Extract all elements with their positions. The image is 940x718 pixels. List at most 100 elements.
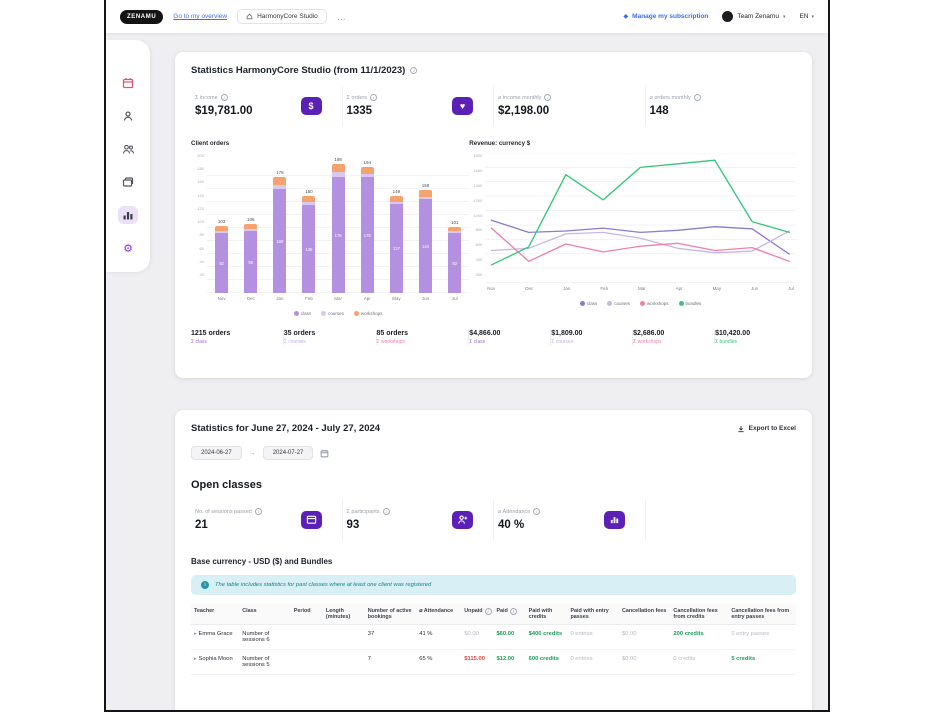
bar-segment-class: 135 xyxy=(302,205,315,293)
bar-segment-workshops xyxy=(361,167,374,174)
x-tick: Jan xyxy=(563,286,570,295)
info-icon[interactable]: i xyxy=(221,94,228,101)
col-cancel-passes[interactable]: Cancellation fees from entry passes xyxy=(728,604,796,625)
summary-value: $2,686.00 xyxy=(633,330,708,337)
sidebar-item-settings[interactable]: ⚙ xyxy=(118,239,138,257)
tile-value: 93 xyxy=(347,519,390,531)
table-row: ▸Sophia Moon Number of sessions 5 7 65 %… xyxy=(191,650,796,675)
y-tick: 200 xyxy=(476,272,483,277)
tile-label: No. of sessions passed xyxy=(195,509,252,515)
tile-label: Σ participants xyxy=(347,509,380,515)
col-paid-passes[interactable]: Paid with entry passes xyxy=(567,604,618,625)
info-icon[interactable]: i xyxy=(370,94,377,101)
info-banner: i The table includes statistics for past… xyxy=(191,575,796,595)
sidebar-item-profile[interactable] xyxy=(118,107,138,125)
x-tick: Mar xyxy=(638,286,646,295)
col-unpaid[interactable]: Unpaidi xyxy=(461,604,493,625)
x-tick: May xyxy=(713,286,722,295)
language-selector[interactable]: EN ▾ xyxy=(799,13,814,20)
studio-selector[interactable]: HarmonyCore Studio xyxy=(237,9,327,24)
unpaid-cell: $0.00 xyxy=(461,625,493,650)
date-to-input[interactable]: 2024-07-27 xyxy=(263,446,314,460)
row-expand-icon[interactable]: ▸ xyxy=(194,631,197,637)
date-range: 2024-06-27 → 2024-07-27 xyxy=(191,446,796,460)
summary-label: Σ class xyxy=(191,339,277,345)
bar-x-label: Nov xyxy=(218,293,226,305)
date-from-input[interactable]: 2024-06-27 xyxy=(191,446,242,460)
bookings-cell: 7 xyxy=(365,650,416,675)
calendar-icon xyxy=(122,77,134,89)
col-length[interactable]: Length (minutes) xyxy=(323,604,365,625)
col-attendance[interactable]: ⌀ Attendance xyxy=(416,604,461,625)
legend-label: class xyxy=(587,301,597,306)
class-cell: Number of sessions 5 xyxy=(239,650,290,675)
info-icon[interactable]: i xyxy=(510,608,517,615)
chevron-down-icon: ▾ xyxy=(783,14,786,20)
col-paid[interactable]: Paidi xyxy=(493,604,525,625)
bar-group-May: 149137May xyxy=(382,189,411,305)
bar-stack: 95 xyxy=(244,224,257,293)
x-tick: Jun xyxy=(751,286,758,295)
x-tick: Dec xyxy=(525,286,533,295)
col-paid-credits[interactable]: Paid with credits xyxy=(526,604,568,625)
paid-passes-cell: 0 entries xyxy=(567,625,618,650)
sidebar-item-calendar[interactable] xyxy=(118,74,138,92)
stat-tile-sessions: No. of sessions passedi 21 xyxy=(191,499,343,540)
overview-link[interactable]: Go to my overview xyxy=(173,13,227,20)
export-icon xyxy=(737,425,745,433)
teacher-name[interactable]: Emma Grace xyxy=(199,631,233,637)
summary-item: 85 orders Σ workshops xyxy=(377,330,470,345)
main-content: Statistics HarmonyCore Studio (from 11/1… xyxy=(154,33,828,712)
bar-group-Jun: 158144Jun xyxy=(411,183,440,305)
info-icon[interactable]: i xyxy=(533,508,540,515)
charts-row: Client orders 20018016014012010080604020… xyxy=(191,140,796,316)
info-icon[interactable]: i xyxy=(694,94,701,101)
unpaid-cell: $115.00 xyxy=(461,650,493,675)
col-period[interactable]: Period xyxy=(291,604,323,625)
paid-cell: $12.00 xyxy=(493,650,525,675)
export-to-excel-button[interactable]: Export to Excel xyxy=(737,425,796,433)
zenamu-app: ZENAMU Go to my overview HarmonyCore Stu… xyxy=(104,0,830,712)
manage-subscription-button[interactable]: ◆ Manage my subscription xyxy=(624,13,709,20)
y-tick: 200 xyxy=(197,153,204,158)
team-menu[interactable]: Team Zenamu ▾ xyxy=(722,11,785,22)
col-bookings[interactable]: Number of active bookings xyxy=(365,604,416,625)
cancel-credits-cell: 200 credits xyxy=(670,625,728,650)
bar-total-label: 158 xyxy=(422,183,430,188)
summary-value: 1215 orders xyxy=(191,330,277,337)
bar-total-label: 150 xyxy=(305,189,313,194)
more-icon[interactable]: … xyxy=(337,12,347,22)
y-tick: 1400 xyxy=(473,183,482,188)
col-teacher[interactable]: Teacher xyxy=(191,604,239,625)
language-label: EN xyxy=(799,13,808,20)
zenamu-logo[interactable]: ZENAMU xyxy=(120,10,163,24)
studio-name: HarmonyCore Studio xyxy=(257,13,318,20)
col-cancel-fees[interactable]: Cancellation fees xyxy=(619,604,670,625)
info-icon[interactable]: i xyxy=(383,508,390,515)
teacher-name[interactable]: Sophia Moon xyxy=(199,656,233,662)
calendar-small-icon[interactable] xyxy=(320,449,329,458)
legend-item: workshops xyxy=(640,301,669,306)
info-icon[interactable]: i xyxy=(485,608,492,615)
info-banner-text: The table includes statistics for past c… xyxy=(215,582,431,588)
info-icon[interactable]: i xyxy=(410,67,417,74)
col-cancel-credits[interactable]: Cancellation fees from credits xyxy=(670,604,728,625)
bar-segment-class: 144 xyxy=(419,199,432,293)
sidebar-item-clients[interactable] xyxy=(118,140,138,158)
tile-value: 21 xyxy=(195,519,262,531)
legend-item: bundles xyxy=(679,301,702,306)
sidebar-item-statistics[interactable] xyxy=(118,206,138,224)
y-tick: 120 xyxy=(197,206,204,211)
row-expand-icon[interactable]: ▸ xyxy=(194,656,197,662)
length-cell xyxy=(323,650,365,675)
info-icon[interactable]: i xyxy=(255,508,262,515)
tile-label: ⌀ orders monthly xyxy=(650,95,691,101)
info-icon[interactable]: i xyxy=(544,94,551,101)
col-class[interactable]: Class xyxy=(239,604,290,625)
bar-total-label: 194 xyxy=(364,160,372,165)
x-tick: Apr xyxy=(676,286,683,295)
stat-tile-orders-monthly: ⌀ orders monthlyi 148 xyxy=(646,85,797,126)
sidebar-item-passes[interactable] xyxy=(118,173,138,191)
bar-chart-plot: 10392Nov10695Dec178160Jan150135Feb198178… xyxy=(207,153,469,305)
legend-dot-icon xyxy=(294,311,299,316)
